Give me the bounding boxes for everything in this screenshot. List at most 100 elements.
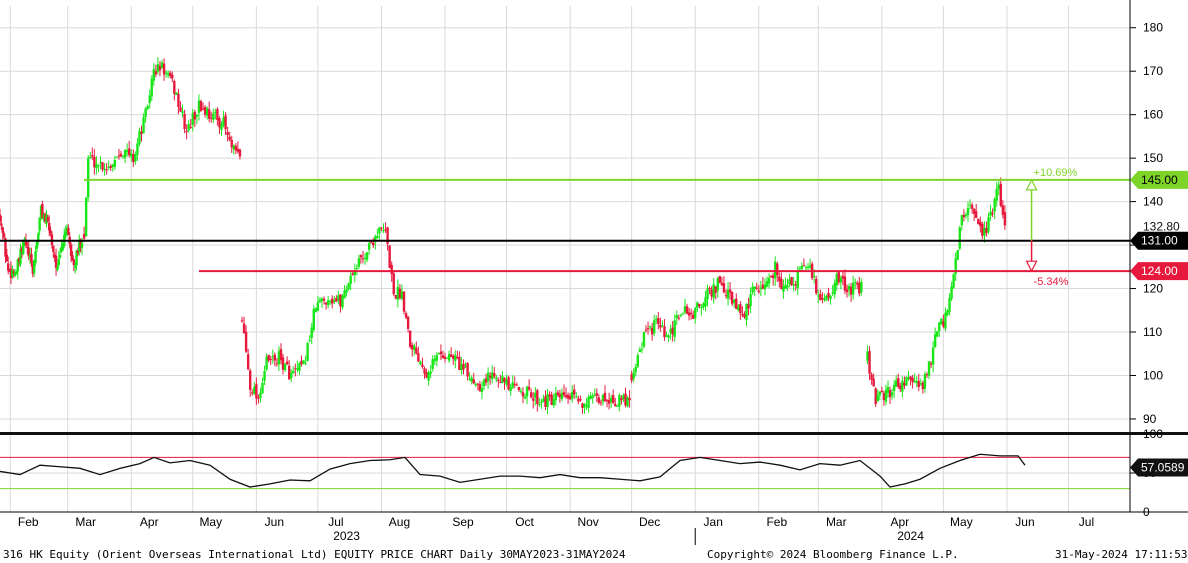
candle-body — [841, 275, 845, 279]
candle-body — [400, 291, 404, 300]
candle-body — [751, 287, 754, 293]
candle-body — [5, 254, 9, 262]
candle-body — [962, 214, 966, 218]
candle-body — [798, 268, 802, 270]
candle-body — [739, 304, 742, 314]
candle-body — [255, 384, 258, 399]
candle-body — [575, 396, 578, 398]
candle-body — [564, 394, 568, 397]
candle-body — [944, 312, 947, 329]
candle-body — [542, 398, 545, 402]
candle-body — [583, 403, 586, 408]
candle-body — [69, 244, 73, 256]
resistance-badge: 145.00 — [1130, 170, 1188, 189]
candle-body — [632, 372, 635, 379]
candle-body — [671, 327, 674, 335]
candle-body — [587, 397, 590, 409]
candle-body — [591, 396, 594, 398]
candle-body — [49, 230, 52, 234]
candle-body — [605, 400, 609, 402]
candle-body — [460, 364, 463, 371]
candle-body — [550, 394, 553, 406]
candle-body — [294, 368, 297, 370]
candle-body — [273, 354, 277, 361]
candle-body — [540, 401, 543, 403]
candle-body — [800, 266, 804, 269]
candle-body — [554, 393, 557, 401]
support-badge: 124.00 — [1130, 262, 1188, 281]
candle-body — [15, 271, 18, 275]
candle-body — [644, 329, 648, 331]
down-pct-label: -5.34% — [1034, 276, 1069, 288]
candle-body — [326, 300, 330, 305]
candle-body — [398, 288, 402, 299]
year-label: 2023 — [333, 529, 360, 543]
candle-body — [847, 286, 851, 290]
candle-body — [726, 289, 730, 299]
candle-body — [449, 354, 453, 357]
footer-copyright: Copyright© 2024 Bloomberg Finance L.P. — [707, 548, 959, 561]
candle-body — [866, 351, 869, 361]
candle-body — [577, 398, 580, 402]
candle-body — [755, 287, 758, 289]
candle-body — [458, 356, 461, 371]
candle-body — [160, 62, 164, 69]
candle-body — [515, 384, 519, 386]
candle-body — [890, 392, 894, 396]
candle-body — [52, 245, 55, 252]
up-pct-label: +10.69% — [1034, 167, 1078, 179]
candle-body — [187, 124, 190, 131]
candle-body — [240, 320, 244, 322]
candle-body — [917, 381, 920, 388]
candle-body — [995, 189, 998, 201]
candle-body — [599, 402, 603, 404]
candle-body — [493, 373, 496, 377]
candle-body — [646, 328, 650, 330]
candle-body — [741, 313, 744, 316]
candle-body — [689, 312, 693, 315]
candle-body — [669, 328, 672, 333]
candle-body — [694, 308, 697, 319]
candle-body — [140, 131, 143, 135]
candle-body — [849, 286, 853, 295]
footer-timestamp: 31-May-2024 17:11:53 — [1055, 548, 1187, 561]
candle-body — [732, 299, 736, 303]
candle-body — [93, 156, 96, 168]
candle-body — [607, 399, 611, 404]
price-tick-label: 170 — [1143, 64, 1163, 78]
candle-body — [507, 377, 510, 390]
candle-body — [244, 331, 248, 352]
candle-body — [771, 275, 775, 278]
candle-body — [279, 349, 283, 361]
candle-body — [716, 277, 719, 291]
candle-body — [402, 291, 406, 312]
candle-body — [454, 355, 457, 361]
candle-body — [351, 273, 354, 276]
candle-body — [445, 357, 449, 359]
candle-body — [722, 283, 726, 293]
candle-body — [146, 105, 149, 109]
candle-body — [404, 313, 408, 318]
candle-body — [527, 386, 531, 390]
candle-body — [89, 156, 92, 158]
candle-body — [511, 382, 514, 388]
candle-body — [825, 295, 828, 301]
candle-body — [903, 382, 906, 386]
candle-body — [302, 360, 305, 364]
candle-body — [714, 286, 717, 293]
candle-body — [784, 284, 787, 289]
candle-body — [275, 363, 279, 365]
candle-body — [152, 69, 156, 81]
candle-body — [130, 153, 133, 157]
candle-body — [433, 358, 436, 362]
candle-body — [505, 379, 508, 385]
candle-body — [872, 378, 875, 387]
candle-body — [333, 300, 336, 302]
price-tick-label: 90 — [1143, 412, 1157, 426]
candle-body — [382, 230, 385, 232]
candle-body — [423, 368, 426, 374]
month-label: Feb — [18, 515, 39, 529]
candle-body — [230, 139, 233, 148]
candle-body — [396, 286, 400, 300]
candle-body — [298, 363, 301, 371]
